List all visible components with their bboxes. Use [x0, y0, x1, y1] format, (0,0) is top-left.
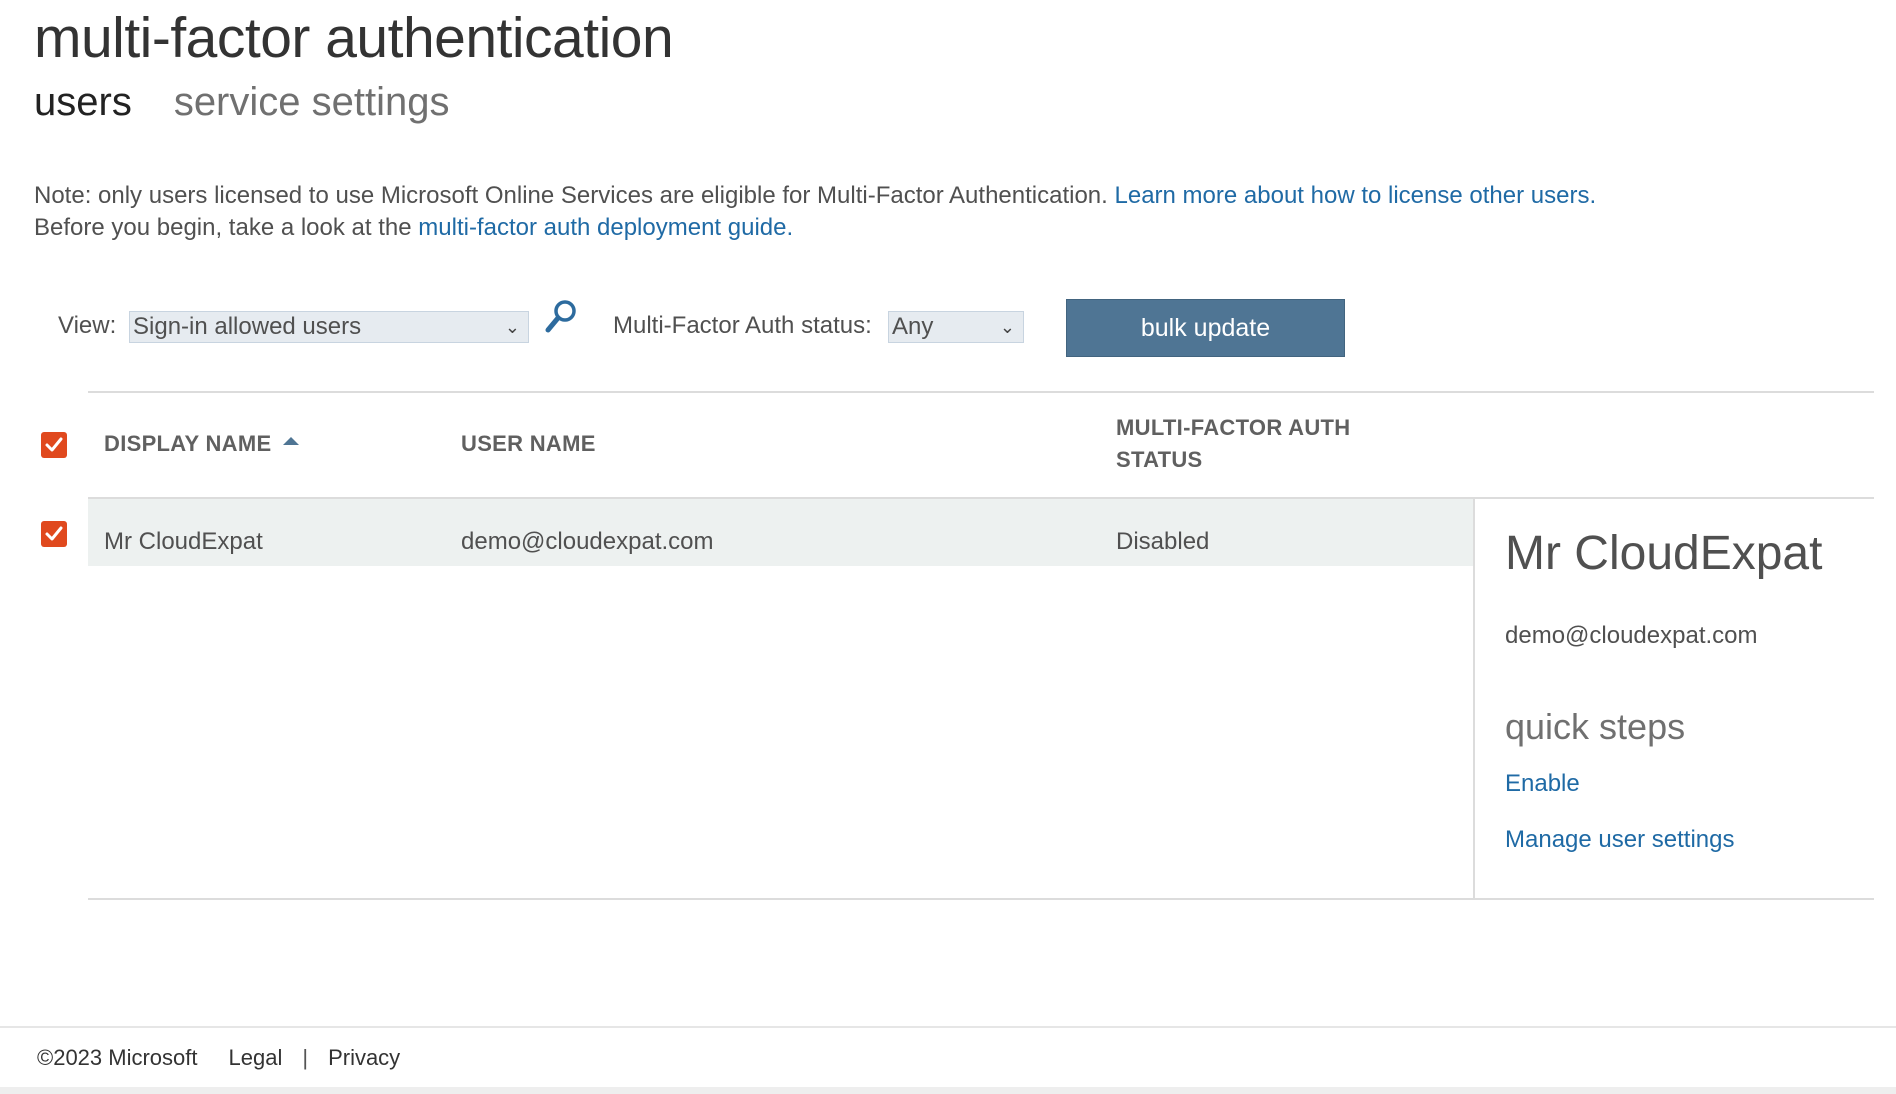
column-header-mfa-status-line1: MULTI-FACTOR AUTH	[1116, 415, 1351, 440]
quick-steps-heading: quick steps	[1505, 706, 1686, 747]
search-icon[interactable]	[544, 298, 580, 338]
note-line2-text: Before you begin, take a look at the	[34, 214, 412, 241]
detail-pane-divider	[1473, 497, 1475, 900]
checkmark-icon	[45, 526, 63, 541]
mfa-status-label: Multi-Factor Auth status:	[613, 312, 872, 339]
view-select[interactable]: Sign-in allowed users ⌄	[129, 311, 529, 343]
column-header-display-name-label: DISPLAY NAME	[104, 431, 272, 456]
sort-ascending-icon	[283, 437, 300, 446]
row-checkbox[interactable]	[41, 521, 67, 547]
cell-mfa-status: Disabled	[1116, 528, 1210, 555]
footer: ©2023 Microsoft Legal | Privacy	[37, 1045, 400, 1071]
manage-user-settings-link[interactable]: Manage user settings	[1505, 826, 1734, 854]
footer-divider	[0, 1026, 1896, 1028]
license-users-link[interactable]: Learn more about how to license other us…	[1115, 182, 1597, 209]
detail-user-email: demo@cloudexpat.com	[1505, 622, 1758, 649]
column-header-display-name[interactable]: DISPLAY NAME	[104, 428, 300, 460]
table-row[interactable]	[88, 499, 1473, 566]
enable-link[interactable]: Enable	[1505, 770, 1580, 798]
mfa-status-select[interactable]: Any ⌄	[888, 311, 1024, 343]
column-header-mfa-status[interactable]: MULTI-FACTOR AUTH STATUS	[1116, 412, 1376, 476]
bulk-update-button[interactable]: bulk update	[1066, 299, 1345, 357]
cell-display-name: Mr CloudExpat	[104, 528, 263, 555]
license-note: Note: only users licensed to use Microso…	[34, 180, 1596, 244]
tab-users[interactable]: users	[34, 82, 132, 122]
note-line1-text: Note: only users licensed to use Microso…	[34, 182, 1108, 209]
filter-bar: View: Sign-in allowed users ⌄ Multi-Fact…	[58, 298, 1358, 358]
footer-separator: |	[302, 1045, 309, 1070]
page-title: multi-factor authentication	[34, 6, 674, 70]
checkmark-icon	[45, 437, 63, 452]
footer-legal-link[interactable]: Legal	[229, 1045, 283, 1071]
chevron-down-icon: ⌄	[504, 317, 520, 337]
chevron-down-icon: ⌄	[999, 317, 1015, 337]
view-label: View:	[58, 312, 117, 339]
footer-copyright: ©2023 Microsoft	[37, 1045, 198, 1070]
bottom-band	[0, 1087, 1896, 1094]
footer-privacy-link[interactable]: Privacy	[328, 1045, 400, 1071]
view-select-value: Sign-in allowed users	[133, 313, 362, 340]
cell-user-name: demo@cloudexpat.com	[461, 528, 714, 555]
tab-bar: users service settings	[34, 82, 449, 122]
detail-user-name: Mr CloudExpat	[1505, 527, 1823, 580]
table-bottom-divider	[88, 898, 1874, 900]
column-header-user-name[interactable]: USER NAME	[461, 428, 596, 460]
table-top-divider	[88, 391, 1874, 393]
tab-service-settings[interactable]: service settings	[174, 82, 450, 122]
select-all-checkbox[interactable]	[41, 432, 67, 458]
deployment-guide-link[interactable]: multi-factor auth deployment guide.	[418, 214, 793, 241]
mfa-status-select-value: Any	[892, 313, 934, 340]
column-header-mfa-status-line2: STATUS	[1116, 447, 1203, 472]
